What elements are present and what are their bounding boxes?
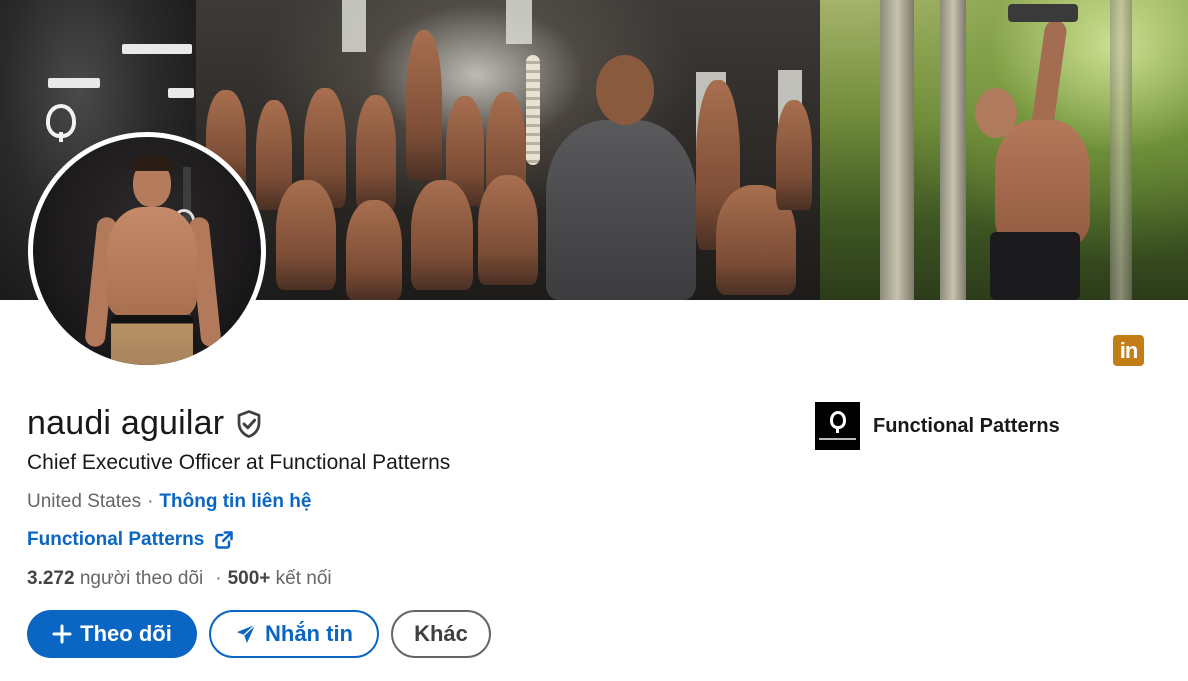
more-label: Khác — [414, 621, 468, 646]
separator-dot: · — [147, 491, 154, 512]
contact-info-link[interactable]: Thông tin liên hệ — [159, 491, 311, 512]
profile-avatar[interactable] — [28, 132, 266, 370]
company-logo — [815, 402, 860, 450]
separator-dot: · — [215, 568, 222, 589]
location-row: United States · Thông tin liên hệ — [27, 491, 311, 513]
website-label: Functional Patterns — [27, 529, 205, 550]
plus-icon — [52, 624, 72, 644]
name-row: naudi aguilar — [27, 404, 264, 443]
profile-location: United States — [27, 491, 142, 512]
company-name: Functional Patterns — [873, 414, 1060, 437]
profile-name: naudi aguilar — [27, 404, 225, 442]
message-label: Nhắn tin — [265, 621, 353, 646]
external-link-icon — [215, 531, 234, 549]
more-button[interactable]: Khác — [391, 610, 491, 658]
banner-group-photo — [196, 0, 820, 300]
paper-plane-icon — [236, 624, 256, 644]
current-company[interactable]: Functional Patterns — [815, 402, 1060, 450]
connections-label[interactable]: kết nối — [276, 568, 332, 589]
stats-row: 3.272 người theo dõi · 500+ kết nối — [27, 568, 332, 590]
banner-outdoor-photo — [820, 0, 1188, 300]
linkedin-badge-icon[interactable]: in — [1113, 335, 1144, 366]
profile-headline: Chief Executive Officer at Functional Pa… — [27, 451, 451, 474]
follow-button[interactable]: Theo dõi — [27, 610, 197, 658]
shield-check-icon[interactable] — [234, 409, 264, 439]
connections-count[interactable]: 500+ — [228, 568, 271, 589]
message-button[interactable]: Nhắn tin — [209, 610, 379, 658]
followers-label: người theo dõi — [79, 568, 204, 589]
followers-count: 3.272 — [27, 568, 75, 589]
website-link[interactable]: Functional Patterns — [27, 529, 234, 551]
follow-label: Theo dõi — [80, 621, 172, 646]
profile-card: in naudi aguilar Chief Executive Officer… — [0, 0, 1188, 681]
